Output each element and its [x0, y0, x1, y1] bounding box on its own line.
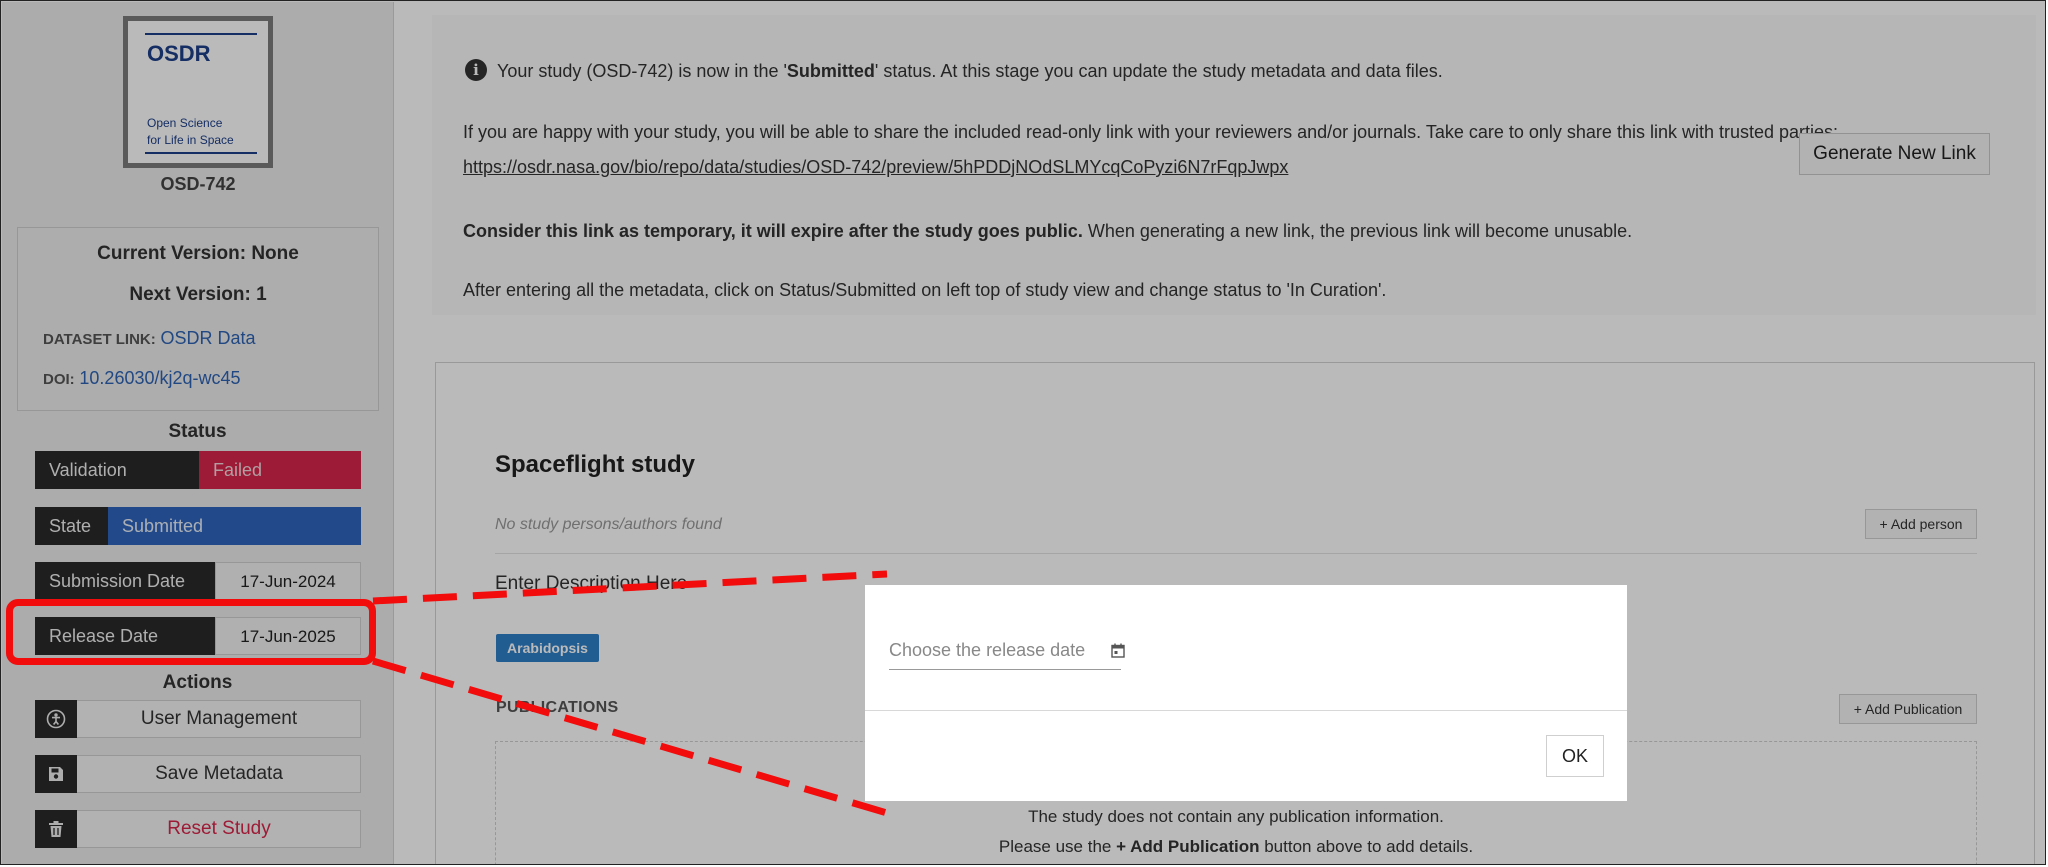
calendar-icon[interactable]: [1111, 643, 1125, 663]
ok-button[interactable]: OK: [1546, 735, 1604, 777]
dialog-divider: [865, 710, 1627, 711]
release-date-dialog: Choose the release date OK: [865, 585, 1627, 801]
release-date-input[interactable]: Choose the release date: [889, 631, 1125, 670]
release-date-highlight: [6, 599, 376, 665]
app-frame: OSDR Open Science for Life in Space OSD-…: [0, 0, 2046, 865]
release-date-placeholder: Choose the release date: [889, 640, 1086, 660]
